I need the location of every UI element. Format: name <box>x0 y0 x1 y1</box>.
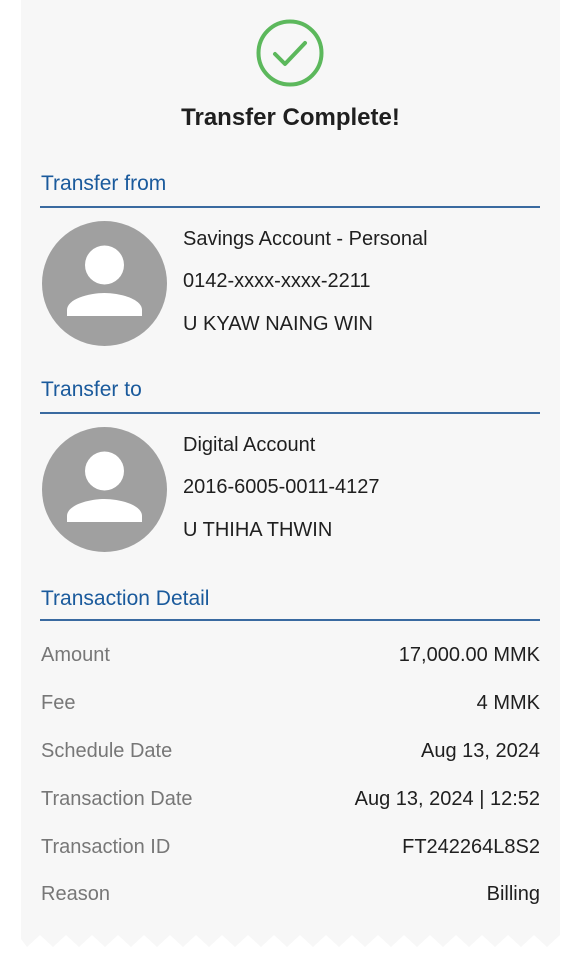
section-divider <box>40 206 540 208</box>
recipient-account-number: 2016-6005-0011-4127 <box>183 476 380 498</box>
recipient-name: U THIHA THWIN <box>183 519 333 541</box>
schedule-date-value: Aug 13, 2024 <box>421 740 540 762</box>
check-circle-icon <box>256 19 324 87</box>
fee-label: Fee <box>41 692 76 714</box>
sender-avatar-icon <box>42 221 167 346</box>
section-divider <box>40 412 540 414</box>
recipient-avatar-icon <box>42 427 167 552</box>
reason-value: Billing <box>486 883 540 905</box>
receipt-torn-edge <box>21 925 560 947</box>
transaction-id-value: FT242264L8S2 <box>402 836 540 858</box>
sender-account-type: Savings Account - Personal <box>183 228 428 250</box>
sender-name: U KYAW NAING WIN <box>183 313 373 335</box>
transaction-detail-heading: Transaction Detail <box>41 587 210 610</box>
fee-value: 4 MMK <box>476 692 540 714</box>
transaction-date-label: Transaction Date <box>41 788 193 810</box>
schedule-date-label: Schedule Date <box>41 740 173 762</box>
amount-value: 17,000.00 MMK <box>398 644 540 666</box>
transaction-id-label: Transaction ID <box>41 836 171 858</box>
recipient-account-type: Digital Account <box>183 434 316 456</box>
transfer-from-heading: Transfer from <box>41 172 167 195</box>
reason-label: Reason <box>41 883 110 905</box>
transfer-to-heading: Transfer to <box>41 378 142 401</box>
transaction-date-value: Aug 13, 2024 | 12:52 <box>354 788 540 810</box>
section-divider <box>40 619 540 621</box>
page-title: Transfer Complete! <box>181 104 400 131</box>
sender-account-number: 0142-xxxx-xxxx-2211 <box>183 270 371 292</box>
amount-label: Amount <box>41 644 110 666</box>
